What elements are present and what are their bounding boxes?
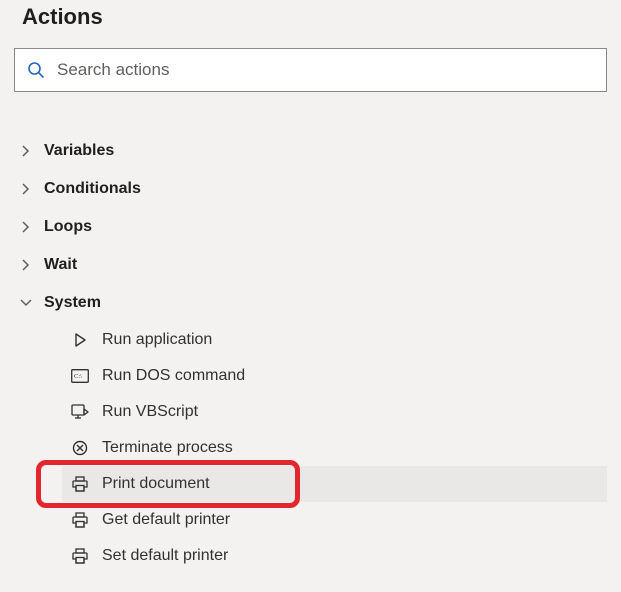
print-icon [70,474,90,494]
system-children: Run application C:\ Run DOS command Run … [14,322,607,574]
vbscript-icon [70,402,90,422]
chevron-right-icon [18,143,34,159]
group-system[interactable]: System [14,284,607,322]
action-label: Set default printer [102,547,228,565]
chevron-down-icon [18,295,34,311]
search-icon [25,59,47,81]
action-label: Get default printer [102,511,230,529]
group-conditionals[interactable]: Conditionals [14,170,607,208]
play-icon [70,330,90,350]
group-label: System [44,294,101,312]
dos-icon: C:\ [70,366,90,386]
action-print-document[interactable]: Print document [62,466,607,502]
action-run-application[interactable]: Run application [62,322,607,358]
actions-tree: Variables Conditionals Loops Wait System [14,132,607,574]
chevron-right-icon [18,219,34,235]
action-label: Terminate process [102,439,233,457]
action-label: Run DOS command [102,367,245,385]
action-label: Run application [102,331,212,349]
group-wait[interactable]: Wait [14,246,607,284]
group-loops[interactable]: Loops [14,208,607,246]
actions-panel: Actions Variables Conditionals Loops [0,0,621,588]
search-input[interactable] [57,60,596,80]
group-label: Loops [44,218,92,236]
terminate-icon [70,438,90,458]
action-get-default-printer[interactable]: Get default printer [62,502,607,538]
chevron-right-icon [18,181,34,197]
svg-text:C:\: C:\ [74,373,82,380]
action-label: Run VBScript [102,403,198,421]
group-label: Wait [44,256,77,274]
action-label: Print document [102,475,210,493]
print-icon [70,510,90,530]
chevron-right-icon [18,257,34,273]
action-run-vbscript[interactable]: Run VBScript [62,394,607,430]
action-set-default-printer[interactable]: Set default printer [62,538,607,574]
group-label: Conditionals [44,180,141,198]
action-run-dos-command[interactable]: C:\ Run DOS command [62,358,607,394]
print-icon [70,546,90,566]
group-label: Variables [44,142,114,160]
panel-title: Actions [14,0,607,48]
group-variables[interactable]: Variables [14,132,607,170]
action-terminate-process[interactable]: Terminate process [62,430,607,466]
search-box[interactable] [14,48,607,92]
